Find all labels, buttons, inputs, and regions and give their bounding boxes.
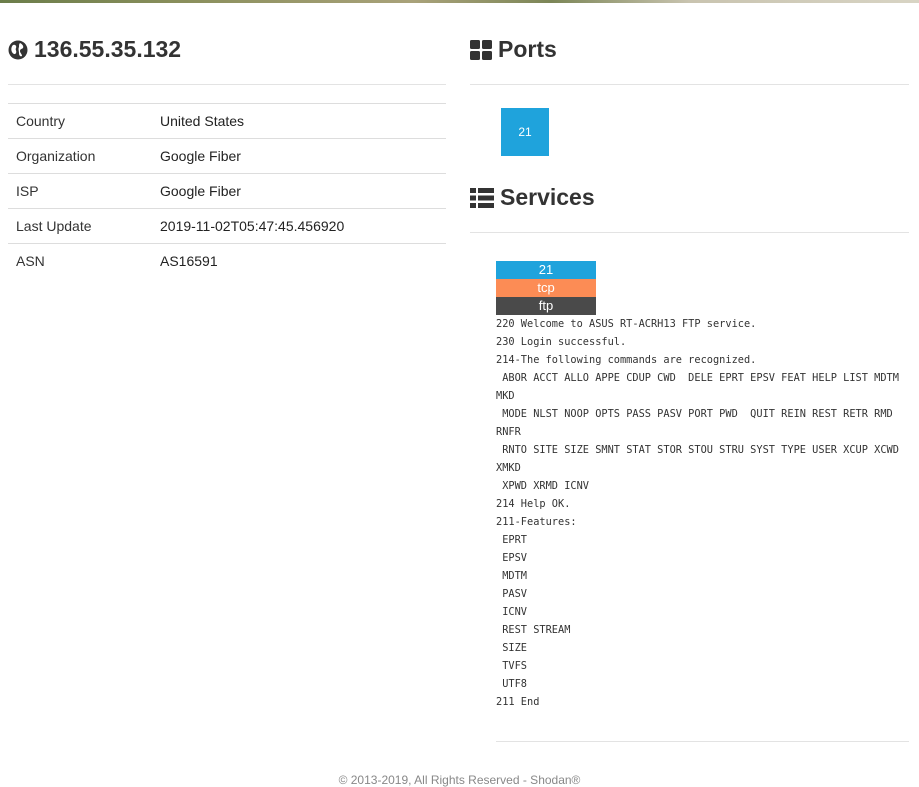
top-banner-image (0, 0, 919, 3)
host-ip: 136.55.35.132 (34, 36, 182, 62)
info-label-country: Country (16, 113, 66, 129)
services-title: Services (500, 184, 595, 210)
ports-heading: Ports (470, 36, 557, 63)
table-row: Organization Google Fiber (8, 138, 446, 174)
port-link-21[interactable]: 21 (501, 108, 549, 156)
service-name-badge: ftp (496, 297, 596, 315)
table-row: Country United States (8, 103, 446, 139)
grid-icon (470, 39, 492, 60)
service-port-badge: 21 (496, 261, 596, 279)
footer-copyright: © 2013-2019, All Rights Reserved - Shoda… (338, 773, 581, 787)
info-value-isp: Google Fiber (160, 183, 241, 199)
info-label-isp: ISP (16, 183, 39, 199)
info-value-organization: Google Fiber (160, 148, 241, 164)
divider (470, 84, 909, 85)
divider (496, 741, 909, 742)
divider (470, 232, 909, 233)
info-value-country: United States (160, 113, 245, 129)
host-ip-heading: 136.55.35.132 (8, 36, 181, 63)
ports-title: Ports (498, 36, 557, 62)
info-value-asn: AS16591 (160, 253, 218, 270)
info-label-organization: Organization (16, 148, 96, 164)
list-icon (470, 187, 494, 208)
globe-icon (8, 40, 28, 60)
service-protocol-badge: tcp (496, 279, 596, 297)
info-value-last-update: 2019-11-02T05:47:45.456920 (160, 218, 345, 234)
table-row: ASN AS16591 (8, 243, 446, 279)
info-label-asn: ASN (16, 253, 45, 270)
info-label-last-update: Last Update (16, 218, 92, 234)
service-banner: 220 Welcome to ASUS RT-ACRH13 FTP servic… (496, 318, 899, 708)
table-row: ISP Google Fiber (8, 173, 446, 209)
service-labels: 21 tcp ftp (496, 261, 596, 315)
table-row: Last Update 2019-11-02T05:47:45.456920 (8, 208, 446, 244)
divider (8, 84, 446, 85)
host-info-table: Country United States Organization Googl… (8, 103, 446, 279)
services-heading: Services (470, 184, 595, 211)
